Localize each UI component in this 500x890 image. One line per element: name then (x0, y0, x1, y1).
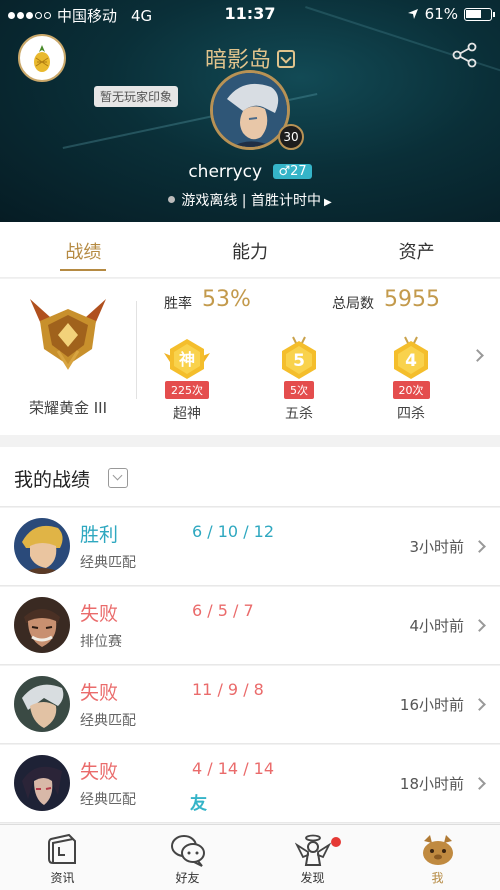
nav-discover[interactable]: 发现 (250, 825, 375, 890)
chevron-right-icon[interactable] (471, 349, 484, 362)
divider (136, 301, 137, 399)
battery-percent: 61% (424, 5, 458, 23)
match-time: 4小时前 (409, 617, 464, 635)
records-summary[interactable]: 荣耀黄金 III 胜率 53% 总局数 5955 神 225次 超神 5 5次 … (0, 279, 500, 435)
bottom-nav: 资讯 好友 发现 我 (0, 824, 500, 890)
hero-avatar-vayne (14, 755, 70, 811)
medal-count: 5次 (284, 381, 314, 399)
match-mode: 经典匹配 (80, 555, 136, 571)
game-status-text: 游戏离线 | 首胜计时中 (181, 193, 321, 209)
gender-age-badge: ♂27 (273, 164, 312, 179)
medal-penta-kill: 5 5次 五杀 (262, 335, 336, 423)
hero-avatar-ezreal (14, 518, 70, 574)
friends-chat-icon (170, 833, 206, 867)
match-mode: 经典匹配 (80, 713, 136, 729)
match-row[interactable]: 失败 排位赛 6 / 5 / 7 4小时前 (0, 587, 500, 665)
tab-records[interactable]: 战绩 (0, 222, 167, 277)
offline-dot-icon (168, 196, 176, 203)
medal-count: 225次 (165, 381, 209, 399)
battery-icon (464, 7, 495, 21)
match-kda: 6 / 10 / 12 (192, 522, 275, 541)
level-badge: 30 (278, 124, 304, 150)
game-status[interactable]: 游戏离线 | 首胜计时中 ▶ (0, 190, 500, 210)
match-row[interactable]: 失败 经典匹配 11 / 9 / 8 16小时前 (0, 666, 500, 744)
medal-legendary: 神 225次 超神 (150, 335, 224, 423)
nav-label: 资讯 (50, 871, 75, 885)
section-gap (0, 435, 500, 447)
match-row[interactable]: 胜利 经典匹配 6 / 10 / 12 3小时前 (0, 508, 500, 586)
match-time: 3小时前 (409, 538, 464, 556)
hero-avatar-draven (14, 597, 70, 653)
status-bar: 中国移动 4G 11:37 61% (0, 0, 500, 28)
nav-label: 发现 (300, 871, 325, 885)
hero-avatar-riven (14, 676, 70, 732)
match-result: 失败 (80, 682, 119, 704)
records-title: 我的战绩 (14, 469, 91, 491)
total-games-label: 总局数 (332, 296, 374, 312)
match-kda: 11 / 9 / 8 (192, 680, 264, 699)
match-kda: 6 / 5 / 7 (192, 601, 254, 620)
discover-angel-icon (294, 833, 341, 867)
svg-text:4: 4 (405, 351, 417, 371)
records-header: 我的战绩 (0, 447, 500, 507)
chevron-right-icon (473, 540, 486, 553)
chevron-right-icon (473, 777, 486, 790)
rank-emblem-icon (30, 299, 106, 370)
nav-label: 好友 (175, 871, 200, 885)
medal-legendary-icon: 神 (162, 335, 212, 385)
total-games-value: 5955 (384, 287, 440, 312)
username: cherrycy (188, 162, 263, 182)
chevron-down-icon[interactable] (277, 50, 295, 68)
nav-me[interactable]: 我 (375, 825, 500, 890)
match-result: 失败 (80, 603, 119, 625)
match-result: 胜利 (80, 524, 119, 546)
medal-label: 四杀 (397, 406, 425, 422)
svg-text:5: 5 (293, 351, 305, 371)
username-row: cherrycy ♂27 (0, 162, 500, 182)
match-time: 18小时前 (399, 775, 464, 793)
nav-news[interactable]: 资讯 (0, 825, 125, 890)
player-name-text: 暗影岛 (204, 48, 271, 73)
profile-header: 中国移动 4G 11:37 61% 暗影岛 暂无玩家印象 30 cherrycy… (0, 0, 500, 222)
notification-dot (330, 837, 341, 847)
nav-label: 我 (431, 871, 444, 885)
chevron-down-icon[interactable] (108, 468, 128, 488)
win-rate-value: 53% (202, 287, 251, 312)
medal-count: 20次 (392, 381, 430, 399)
nav-friends[interactable]: 好友 (125, 825, 250, 890)
friend-tag: 友 (190, 794, 207, 814)
news-book-icon (45, 833, 81, 867)
male-icon: ♂ (278, 164, 291, 179)
match-time: 16小时前 (399, 696, 464, 714)
tab-bar: 战绩 能力 资产 (0, 222, 500, 278)
chevron-right-icon (473, 619, 486, 632)
tab-ability[interactable]: 能力 (167, 222, 334, 277)
tab-assets[interactable]: 资产 (333, 222, 500, 277)
chevron-right-icon (473, 698, 486, 711)
me-poro-icon (420, 833, 456, 867)
triangle-right-icon: ▶ (323, 197, 332, 208)
player-impression-tag[interactable]: 暂无玩家印象 (94, 86, 179, 107)
medal-quadra-kill: 4 20次 四杀 (374, 335, 448, 423)
win-rate-label: 胜率 (164, 296, 192, 312)
match-result: 失败 (80, 761, 119, 783)
medal-label: 超神 (173, 406, 201, 422)
medal-label: 五杀 (285, 406, 313, 422)
rank-name: 荣耀黄金 III (28, 399, 108, 417)
match-kda: 4 / 14 / 14 (192, 759, 275, 778)
match-mode: 经典匹配 (80, 792, 136, 808)
match-row[interactable]: 失败 经典匹配 4 / 14 / 14 友 18小时前 (0, 745, 500, 823)
age: 27 (290, 164, 307, 179)
medal-quadra-icon: 4 (386, 335, 436, 385)
match-mode: 排位赛 (80, 634, 122, 650)
medal-penta-icon: 5 (274, 335, 324, 385)
location-arrow-icon (407, 9, 418, 19)
svg-text:神: 神 (179, 350, 195, 369)
